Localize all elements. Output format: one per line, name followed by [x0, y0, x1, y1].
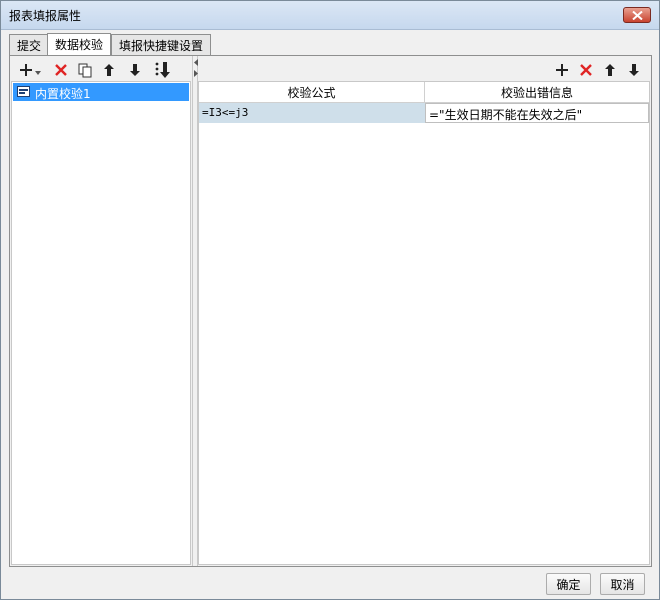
tab-shortcut-settings[interactable]: 填报快捷键设置 — [111, 34, 212, 55]
row-up-button[interactable] — [599, 59, 621, 81]
move-bottom-icon — [155, 62, 170, 78]
dropdown-arrow-icon — [34, 71, 41, 75]
validation-grid: 校验公式 校验出错信息 =I3<=j3 ="生效日期不能在失效之后" — [198, 81, 650, 565]
cancel-button[interactable]: 取消 — [600, 573, 645, 595]
add-icon — [556, 64, 568, 76]
row-down-button[interactable] — [623, 59, 645, 81]
arrow-down-icon — [629, 64, 639, 76]
move-up-button[interactable] — [98, 59, 120, 81]
collapse-arrow-icon — [194, 59, 198, 66]
message-cell[interactable]: ="生效日期不能在失效之后" — [425, 103, 649, 123]
grid-header: 校验公式 校验出错信息 — [199, 82, 649, 103]
arrow-up-icon — [605, 64, 615, 76]
report-icon — [17, 86, 30, 97]
tab-submit[interactable]: 提交 — [9, 34, 50, 55]
ok-button[interactable]: 确定 — [546, 573, 591, 595]
table-row[interactable]: =I3<=j3 ="生效日期不能在失效之后" — [199, 103, 649, 123]
copy-button[interactable] — [74, 59, 96, 81]
column-header-message[interactable]: 校验出错信息 — [425, 82, 649, 102]
tab-label: 数据校验 — [55, 38, 104, 52]
add-row-button[interactable] — [551, 59, 573, 81]
add-button[interactable] — [14, 59, 44, 81]
window-title: 报表填报属性 — [9, 9, 82, 23]
list-item[interactable]: 内置校验1 — [13, 83, 189, 101]
collapse-arrow-icon — [194, 70, 198, 77]
list-item-label: 内置校验1 — [35, 87, 91, 101]
move-down-button[interactable] — [124, 59, 146, 81]
close-icon — [632, 11, 643, 20]
dialog-window: 报表填报属性 提交 数据校验 填报快捷键设置 内置校验1 校验公式 校验出错信息… — [0, 0, 660, 600]
title-bar[interactable]: 报表填报属性 — [1, 1, 659, 30]
column-header-formula[interactable]: 校验公式 — [199, 82, 425, 102]
add-icon — [19, 64, 32, 76]
copy-icon — [78, 63, 92, 78]
formula-cell[interactable]: =I3<=j3 — [199, 103, 425, 123]
arrow-down-icon — [130, 64, 140, 76]
close-button[interactable] — [623, 7, 651, 23]
validation-list[interactable]: 内置校验1 — [11, 81, 191, 565]
delete-button[interactable] — [50, 59, 72, 81]
delete-row-button[interactable] — [575, 59, 597, 81]
tab-panel: 内置校验1 校验公式 校验出错信息 =I3<=j3 ="生效日期不能在失效之后" — [9, 55, 652, 567]
arrow-up-icon — [104, 64, 114, 76]
tab-data-validation[interactable]: 数据校验 — [47, 33, 112, 55]
tab-label: 填报快捷键设置 — [119, 39, 204, 53]
move-bottom-button[interactable] — [152, 59, 174, 81]
delete-icon — [580, 64, 592, 76]
tab-label: 提交 — [17, 39, 42, 53]
right-toolbar — [551, 59, 647, 81]
delete-icon — [55, 64, 67, 76]
